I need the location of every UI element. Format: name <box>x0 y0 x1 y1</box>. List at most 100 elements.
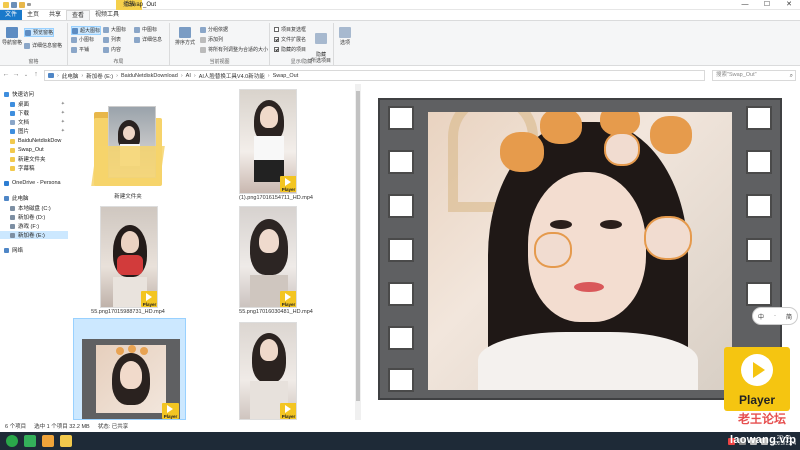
checkbox-unchecked[interactable] <box>274 27 279 32</box>
nav-item-label: 新加卷 (D:) <box>18 215 46 221</box>
breadcrumb-2[interactable]: BaiduNetdiskDownload <box>121 73 178 79</box>
file-list-scrollbar[interactable] <box>355 84 361 420</box>
taskbar: 20:49 2023/12/4 <box>0 432 800 450</box>
nav-item-baidu[interactable]: BaiduNetdiskDow <box>0 137 68 145</box>
film-hole <box>388 282 414 306</box>
nav-item-onedrive[interactable]: OneDrive - Persona <box>0 179 68 187</box>
layout-tiles[interactable]: 平铺 <box>71 46 89 53</box>
address-bar-row: ← → ⌄ ↑ › 此电脑 › 新加卷 (E:) › BaiduNetdiskD… <box>0 67 800 82</box>
layout-extra-large[interactable]: 超大图标 <box>71 26 102 35</box>
cloud-icon <box>4 180 9 186</box>
nav-pane-button[interactable]: 导航窗格 <box>2 27 22 46</box>
breadcrumb-1[interactable]: 新加卷 (E:) <box>86 72 113 80</box>
layout-medium[interactable]: 中图标 <box>134 26 157 33</box>
file-tile-video[interactable]: Player 55.png17015988731_HD.mp4 <box>70 204 186 318</box>
group-label-layout: 布局 <box>113 59 124 65</box>
layout-small[interactable]: 小图标 <box>71 36 94 43</box>
picture-icon <box>10 128 15 134</box>
nav-item-swap-out[interactable]: Swap_Out <box>0 146 68 154</box>
preview-pane-button[interactable]: 预览窗格 <box>24 28 55 37</box>
scrollbar-thumb[interactable] <box>356 91 360 401</box>
options-button[interactable]: 选项 <box>336 27 354 46</box>
star-icon <box>4 91 9 97</box>
tab-share[interactable]: 共享 <box>44 10 66 20</box>
details-pane-button[interactable]: 详细信息窗格 <box>24 42 62 49</box>
nav-item-drive-c[interactable]: 本地磁盘 (C:) <box>0 204 68 212</box>
tab-home[interactable]: 主页 <box>22 10 44 20</box>
tab-view[interactable]: 查看 <box>66 9 91 21</box>
sort-by-label: 排序方式 <box>174 40 195 46</box>
file-tile-video[interactable]: Player 55.png17016030481_HD.mp4 <box>218 204 334 318</box>
app-icon-green[interactable] <box>24 435 36 447</box>
new-folder-icon[interactable] <box>19 1 25 8</box>
add-columns-button[interactable]: 添加列 <box>200 36 223 43</box>
layout-large[interactable]: 大图标 <box>103 26 126 33</box>
search-input[interactable]: 搜索"Swap_Out" ⌕ <box>712 70 796 81</box>
nav-item-new-folder[interactable]: 新建文件夹 <box>0 155 68 163</box>
file-tile-video[interactable]: Player <box>218 318 334 420</box>
up-arrow-icon[interactable]: ↑ <box>32 71 40 78</box>
options-icon <box>339 27 351 38</box>
file-tile-folder[interactable]: 新建文件夹 <box>70 84 186 202</box>
save-icon[interactable] <box>11 1 17 8</box>
layout-content[interactable]: 内容 <box>103 46 121 53</box>
nav-item-downloads[interactable]: 下载 ✦ <box>0 109 68 117</box>
fit-columns-button[interactable]: 将所有列调整为合适的大小 <box>200 46 268 53</box>
checkbox-hidden-items[interactable]: 隐藏的项目 <box>274 46 306 53</box>
film-hole <box>388 238 414 262</box>
navigation-pane: 快速访问 桌面 ✦ 下载 ✦ 文档 ✦ 图片 ✦ BaiduNetdiskDow… <box>0 84 68 420</box>
nav-item-desktop[interactable]: 桌面 ✦ <box>0 100 68 108</box>
back-arrow-icon[interactable]: ← <box>2 71 10 78</box>
breadcrumb-4[interactable]: AI人脸替换工具V4.0新功能 <box>199 72 265 80</box>
group-by-button[interactable]: 分组依据 <box>200 26 228 33</box>
ime-mode[interactable]: 中 <box>758 312 764 321</box>
recent-chevron-icon[interactable]: ⌄ <box>22 72 30 78</box>
layout-list[interactable]: 列表 <box>103 36 121 43</box>
start-icon[interactable] <box>6 435 18 447</box>
nav-item-quick-access[interactable]: 快速访问 <box>0 90 68 98</box>
ime-toolbar[interactable]: 中 · 简 <box>752 307 798 325</box>
layout-details[interactable]: 详细信息 <box>134 36 162 43</box>
sort-by-button[interactable]: 排序方式 <box>174 27 196 46</box>
breadcrumb-0[interactable]: 此电脑 <box>62 72 79 80</box>
app-icon-orange[interactable] <box>42 435 54 447</box>
nav-item-this-pc[interactable]: 此电脑 <box>0 194 68 202</box>
file-tile-video[interactable]: Player (1).png17016154711_HD.mp4 <box>218 84 334 202</box>
ime-punct[interactable]: · <box>774 313 776 319</box>
layout-label-2: 中图标 <box>142 27 158 33</box>
tab-file[interactable]: 文件 <box>0 10 22 20</box>
breadcrumb-5[interactable]: Swap_Out <box>273 73 299 79</box>
nav-item-drive-f[interactable]: 游戏 (F:) <box>0 222 68 230</box>
nav-item-network[interactable]: 网络 <box>0 246 68 254</box>
nav-item-label: 本地磁盘 (C:) <box>18 206 51 212</box>
file-tile-video-selected[interactable]: Player <box>73 318 186 420</box>
address-bar[interactable]: › 此电脑 › 新加卷 (E:) › BaiduNetdiskDownload … <box>44 70 705 81</box>
nav-item-drive-d[interactable]: 新加卷 (D:) <box>0 213 68 221</box>
checkbox-checked[interactable] <box>274 37 279 42</box>
file-explorer-icon[interactable] <box>60 435 72 447</box>
chevron-down-icon[interactable] <box>27 3 31 6</box>
nav-item-label: 桌面 <box>18 102 30 108</box>
tab-video-tools[interactable]: 视频工具 <box>90 10 124 20</box>
nav-item-pictures[interactable]: 图片 ✦ <box>0 127 68 135</box>
checkbox-item-checkboxes[interactable]: 项目复选框 <box>274 26 306 33</box>
close-button[interactable]: ✕ <box>778 0 800 10</box>
fit-columns-label: 将所有列调整为合适的大小 <box>208 47 269 53</box>
checkbox-checked[interactable] <box>274 47 279 52</box>
minimize-button[interactable]: — <box>734 0 756 10</box>
breadcrumb-3[interactable]: AI <box>186 73 191 79</box>
nav-item-documents[interactable]: 文档 ✦ <box>0 118 68 126</box>
forward-arrow-icon[interactable]: → <box>12 71 20 78</box>
nav-pane-label: 导航窗格 <box>2 40 23 46</box>
medium-icons-icon <box>134 26 140 33</box>
search-icon[interactable]: ⌕ <box>790 72 793 81</box>
ime-script[interactable]: 简 <box>786 312 792 321</box>
nav-item-drive-e[interactable]: 新加卷 (E:) <box>0 231 68 239</box>
maximize-button[interactable]: ☐ <box>756 0 778 10</box>
nav-item-label: 新加卷 (E:) <box>18 233 45 239</box>
sweater <box>478 332 698 390</box>
drive-icon <box>10 223 15 229</box>
nav-item-subtitles[interactable]: 字幕稿 <box>0 164 68 172</box>
checkbox-file-extensions[interactable]: 文件扩展名 <box>274 36 306 43</box>
nav-item-label: 下载 <box>18 111 30 117</box>
